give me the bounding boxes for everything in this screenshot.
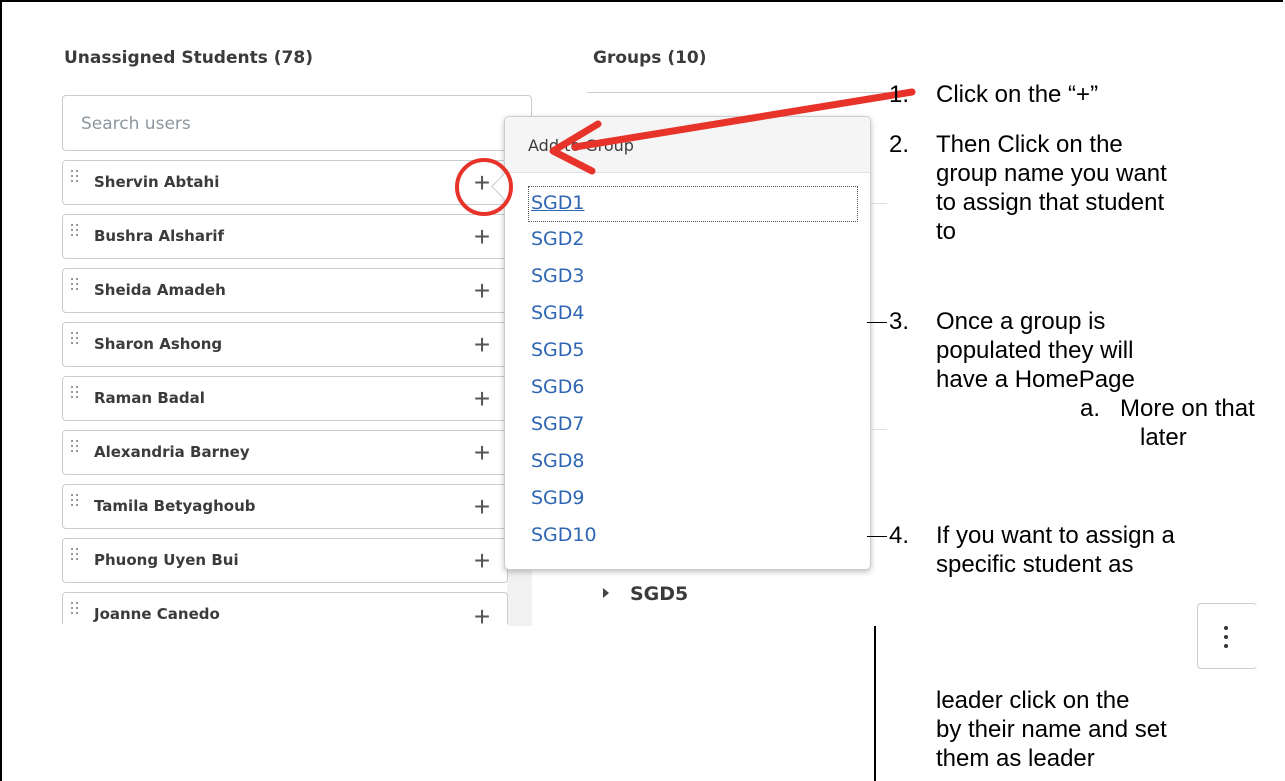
- groups-heading: Groups (10): [593, 48, 707, 68]
- expand-caret-icon[interactable]: [603, 588, 609, 598]
- group-option[interactable]: SGD5: [529, 332, 857, 369]
- student-row[interactable]: Joanne Canedo +: [62, 592, 508, 632]
- add-to-group-popup: Add to Group SGD1 SGD2 SGD3 SGD4 SGD5 SG…: [491, 116, 871, 570]
- student-name: Tamila Betyaghoub: [94, 497, 256, 515]
- group-option[interactable]: SGD8: [529, 443, 857, 480]
- options-menu-button[interactable]: [1197, 603, 1257, 669]
- group-row-divider: [869, 429, 887, 430]
- step-connector-line: [867, 322, 887, 323]
- drag-handle-icon[interactable]: [71, 440, 79, 462]
- drag-handle-icon[interactable]: [71, 494, 79, 516]
- popup-title: Add to Group: [528, 136, 634, 155]
- student-row[interactable]: Tamila Betyaghoub +: [62, 484, 508, 529]
- group-row-divider: [869, 203, 887, 204]
- add-to-group-plus-icon[interactable]: +: [467, 599, 497, 635]
- group-option[interactable]: SGD4: [529, 295, 857, 332]
- student-name: Phuong Uyen Bui: [94, 551, 239, 569]
- drag-handle-icon[interactable]: [71, 224, 79, 246]
- unassigned-student-list: Shervin Abtahi + Bushra Alsharif + Sheid…: [62, 160, 532, 633]
- group-option[interactable]: SGD2: [529, 221, 857, 258]
- student-name: Raman Badal: [94, 389, 205, 407]
- add-to-group-plus-icon[interactable]: +: [467, 489, 497, 525]
- student-name: Alexandria Barney: [94, 443, 250, 461]
- student-name: Joanne Canedo: [94, 605, 220, 623]
- student-name: Shervin Abtahi: [94, 173, 220, 191]
- student-row[interactable]: Raman Badal +: [62, 376, 508, 421]
- student-name: Sharon Ashong: [94, 335, 223, 353]
- group-option[interactable]: SGD9: [529, 480, 857, 517]
- add-to-group-plus-icon[interactable]: +: [467, 435, 497, 471]
- group-name: SGD5: [630, 583, 689, 605]
- drag-handle-icon[interactable]: [71, 278, 79, 300]
- student-row[interactable]: Phuong Uyen Bui +: [62, 538, 508, 583]
- search-users-field[interactable]: [62, 95, 532, 152]
- add-to-group-plus-icon[interactable]: +: [467, 327, 497, 363]
- student-row[interactable]: Sharon Ashong +: [62, 322, 508, 367]
- search-users-input[interactable]: [63, 96, 505, 152]
- student-row[interactable]: Alexandria Barney +: [62, 430, 508, 475]
- add-to-group-plus-icon[interactable]: +: [467, 381, 497, 417]
- group-option[interactable]: SGD10: [529, 517, 857, 554]
- unassigned-students-heading: Unassigned Students (78): [64, 48, 313, 68]
- student-name: Bushra Alsharif: [94, 227, 225, 245]
- groups-divider: [587, 92, 887, 93]
- kebab-menu-icon: [1224, 626, 1228, 630]
- kebab-menu-icon: [1224, 635, 1228, 639]
- group-option[interactable]: SGD3: [529, 258, 857, 295]
- group-option-list: SGD1 SGD2 SGD3 SGD4 SGD5 SGD6 SGD7 SGD8 …: [528, 186, 858, 554]
- student-row[interactable]: Bushra Alsharif +: [62, 214, 508, 259]
- popup-header: Add to Group: [505, 117, 870, 173]
- add-to-group-plus-icon[interactable]: +: [467, 219, 497, 255]
- drag-handle-icon[interactable]: [71, 548, 79, 570]
- group-option[interactable]: SGD6: [529, 369, 857, 406]
- step-connector-line: [867, 536, 887, 537]
- group-option[interactable]: SGD1: [528, 186, 858, 222]
- add-to-group-plus-icon[interactable]: +: [467, 273, 497, 309]
- drag-handle-icon[interactable]: [71, 386, 79, 408]
- add-to-group-plus-icon[interactable]: +: [467, 543, 497, 579]
- student-row[interactable]: Shervin Abtahi +: [62, 160, 508, 205]
- group-option[interactable]: SGD7: [529, 406, 857, 443]
- student-row[interactable]: Sheida Amadeh +: [62, 268, 508, 313]
- drag-handle-icon[interactable]: [71, 170, 79, 192]
- kebab-menu-icon: [1224, 644, 1228, 648]
- drag-handle-icon[interactable]: [71, 332, 79, 354]
- add-to-group-plus-icon[interactable]: +: [467, 165, 497, 201]
- drag-handle-icon[interactable]: [71, 602, 79, 624]
- column-divider: [874, 626, 876, 781]
- student-name: Sheida Amadeh: [94, 281, 226, 299]
